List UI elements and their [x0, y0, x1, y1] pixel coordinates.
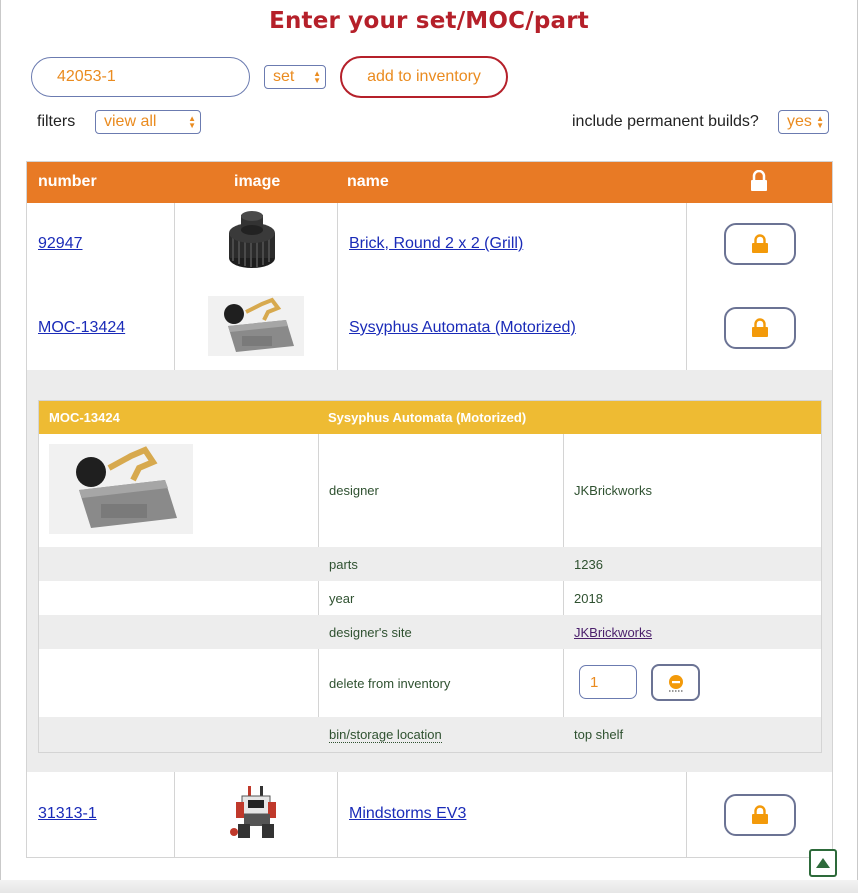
search-input[interactable]: [31, 57, 250, 97]
detail-row-delete: delete from inventory: [39, 649, 821, 717]
filters-select[interactable]: view all ▲ ▼: [95, 110, 201, 134]
lock-button[interactable]: [724, 794, 796, 836]
lock-button[interactable]: [724, 307, 796, 349]
parts-label: parts: [329, 557, 358, 572]
detail-row-designer: designer JKBrickworks: [39, 434, 821, 547]
detail-header: MOC-13424 Sysyphus Automata (Motorized): [39, 401, 821, 434]
filters-label: filters: [37, 113, 76, 130]
row-number-link[interactable]: 92947: [38, 235, 83, 253]
select-arrows-icon: ▲ ▼: [188, 114, 196, 130]
detail-table: MOC-13424 Sysyphus Automata (Motorized): [38, 400, 822, 753]
detail-number: MOC-13424: [49, 410, 120, 425]
year-label: year: [329, 591, 355, 606]
lock-icon: [752, 234, 768, 253]
bin-label: bin/storage location: [329, 727, 442, 743]
detail-row-bin: bin/storage location top shelf: [39, 717, 821, 752]
delete-label: delete from inventory: [329, 676, 451, 691]
designer-value: JKBrickworks: [574, 483, 653, 498]
delete-quantity-input[interactable]: [579, 665, 637, 699]
mindstorms-robot-image: [230, 782, 284, 842]
select-arrows-icon: ▲ ▼: [816, 114, 824, 130]
scroll-to-top-button[interactable]: [809, 849, 837, 877]
lock-header-icon: [749, 170, 769, 192]
filters-select-value: view all: [104, 113, 157, 130]
parts-value: 1236: [574, 557, 603, 572]
add-to-inventory-button[interactable]: add to inventory: [340, 56, 508, 98]
caret-up-icon: [816, 858, 830, 868]
row-number-link[interactable]: 31313-1: [38, 805, 97, 823]
minus-circle-icon: [668, 674, 683, 691]
column-name: name: [347, 173, 389, 190]
lock-icon: [752, 318, 768, 337]
type-select-value: set: [273, 68, 295, 85]
row-name-link[interactable]: Brick, Round 2 x 2 (Grill): [349, 235, 523, 253]
detail-row-parts: parts 1236: [39, 547, 821, 581]
detail-row-year: year 2018: [39, 581, 821, 615]
sisyphus-automata-large-image: [49, 444, 193, 534]
permanent-builds-select[interactable]: yes ▲ ▼: [778, 110, 829, 134]
page-title: Enter your set/MOC/part: [269, 8, 589, 34]
inventory-table: number image name 92947 Brick, Round 2 x…: [26, 161, 833, 858]
designer-label: designer: [329, 483, 379, 498]
detail-name: Sysyphus Automata (Motorized): [328, 410, 527, 425]
lock-icon: [752, 805, 768, 824]
type-select[interactable]: set ▲ ▼: [264, 65, 326, 89]
delete-button[interactable]: [651, 664, 700, 701]
table-header: number image name: [27, 162, 832, 203]
lock-button[interactable]: [724, 223, 796, 265]
permanent-builds-label: include permanent builds?: [572, 113, 759, 130]
site-label: designer's site: [329, 625, 412, 640]
year-value: 2018: [574, 591, 603, 606]
table-row: 31313-1 Mindstorms EV3: [27, 772, 832, 857]
table-row: 92947 Brick, Round 2 x 2 (Grill): [27, 203, 832, 287]
permanent-builds-select-value: yes: [787, 113, 812, 130]
column-number: number: [38, 173, 97, 190]
select-arrows-icon: ▲ ▼: [313, 69, 321, 85]
sisyphus-automata-image: [208, 296, 304, 356]
row-name-link[interactable]: Mindstorms EV3: [349, 805, 466, 823]
row-number-link[interactable]: MOC-13424: [38, 319, 125, 337]
table-row: MOC-13424 Sysyphus Automata (Motorized): [27, 287, 832, 370]
bottom-bar: [0, 880, 858, 893]
grill-brick-image: [224, 211, 280, 273]
detail-panel: MOC-13424 Sysyphus Automata (Motorized): [27, 370, 832, 772]
row-name-link[interactable]: Sysyphus Automata (Motorized): [349, 319, 576, 337]
bin-value: top shelf: [574, 727, 624, 742]
column-image: image: [234, 173, 281, 190]
detail-row-site: designer's site JKBrickworks: [39, 615, 821, 649]
designer-site-link[interactable]: JKBrickworks: [574, 625, 652, 640]
